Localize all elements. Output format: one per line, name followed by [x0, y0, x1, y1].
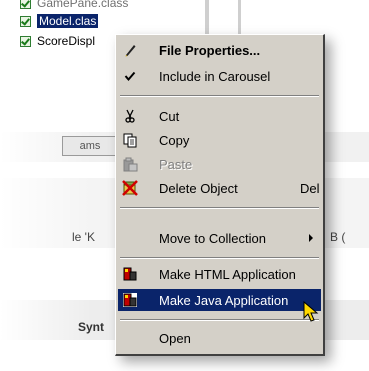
delete-icon [122, 180, 138, 196]
menu-item-label: Move to Collection [159, 230, 266, 246]
tree-item-label: ScoreDispl [37, 34, 96, 48]
menu-separator [120, 257, 319, 259]
background-text-right: B ( [330, 230, 346, 244]
menu-item-move-to-collection[interactable]: Move to Collection [118, 227, 321, 249]
tree-item-model[interactable]: Model.clas [20, 12, 99, 30]
menu-item-label: Open [159, 330, 191, 346]
html-app-icon [122, 266, 138, 282]
submenu-arrow-icon [309, 234, 313, 242]
copy-icon [122, 132, 138, 148]
menu-item-open[interactable]: Open [118, 327, 321, 349]
java-app-icon [122, 292, 138, 308]
tree-item-label: Model.clas [37, 14, 99, 28]
class-check-icon [20, 15, 31, 27]
menu-item-label: Delete Object [159, 180, 238, 196]
paste-icon [122, 156, 138, 172]
mouse-pointer-icon [303, 300, 319, 322]
menu-item-file-properties[interactable]: File Properties... [118, 39, 321, 61]
menu-separator [120, 207, 319, 209]
menu-separator [120, 319, 319, 321]
scissors-icon [122, 108, 138, 124]
pencil-icon [122, 42, 138, 58]
class-check-icon [20, 0, 31, 9]
check-icon [122, 68, 138, 84]
menu-separator [120, 95, 319, 97]
menu-item-cut[interactable]: Cut [118, 105, 321, 127]
tree-item-label: GamePane.class [37, 0, 129, 10]
background-button[interactable]: ams [62, 136, 118, 156]
menu-item-label: Copy [159, 132, 190, 148]
menu-item-label: Make HTML Application [159, 266, 296, 282]
menu-item-delete-object[interactable]: Delete Object Del [118, 177, 321, 199]
menu-item-copy[interactable]: Copy [118, 129, 321, 151]
tree-item-gamepane[interactable]: GamePane.class [20, 0, 128, 12]
menu-item-label: Make Java Application [159, 292, 289, 308]
menu-item-label: Include in Carousel [159, 68, 271, 84]
menu-item-shortcut: Del [300, 180, 320, 196]
menu-item-label: File Properties... [159, 42, 261, 58]
menu-item-paste: Paste [118, 153, 321, 175]
menu-item-label: Cut [159, 108, 180, 124]
menu-item-make-java-app[interactable]: Make Java Application [118, 289, 321, 311]
background-text-bottom: Synt [78, 320, 105, 334]
menu-item-label: Paste [159, 156, 193, 172]
context-menu: File Properties... Include in Carousel C… [115, 34, 325, 356]
class-check-icon [20, 35, 31, 47]
tree-item-scoredisplay[interactable]: ScoreDispl [20, 32, 95, 50]
background-text-left: le 'K [72, 230, 95, 244]
menu-item-make-html-app[interactable]: Make HTML Application [118, 263, 321, 285]
menu-item-include-carousel[interactable]: Include in Carousel [118, 65, 321, 87]
